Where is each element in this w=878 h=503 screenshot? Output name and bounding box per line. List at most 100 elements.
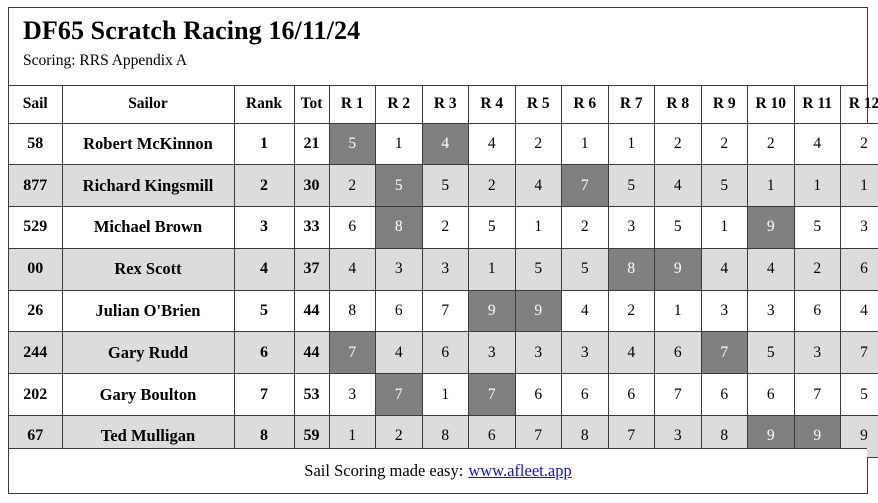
cell-sail: 26 <box>9 290 63 333</box>
column-header-r11: R 11 <box>794 86 841 124</box>
cell-race-r11: 2 <box>794 248 841 291</box>
cell-race-r3: 6 <box>422 331 469 375</box>
cell-race-r11: 4 <box>794 123 841 166</box>
column-header-rank: Rank <box>234 86 295 124</box>
cell-race-r12: 4 <box>840 290 878 333</box>
column-header-r3: R 3 <box>422 86 469 124</box>
cell-race-r4: 1 <box>468 248 516 291</box>
column-header-r8: R 8 <box>654 86 702 124</box>
cell-race-r12: 6 <box>840 248 878 291</box>
cell-race-r6: 5 <box>561 248 609 291</box>
afleet-link[interactable]: www.afleet.app <box>468 461 571 481</box>
cell-race-r4: 5 <box>468 206 516 249</box>
cell-race-r8: 4 <box>654 164 702 208</box>
cell-race-r11: 5 <box>794 206 841 249</box>
cell-race-r9: 4 <box>701 248 748 291</box>
cell-race-r9: 6 <box>701 373 748 417</box>
column-header-r1: R 1 <box>329 86 376 124</box>
column-header-sail: Sail <box>9 86 63 124</box>
cell-sail: 529 <box>9 206 63 249</box>
cell-race-r5: 6 <box>515 373 562 417</box>
cell-race-r11: 7 <box>794 373 841 417</box>
race-results-table: Sail Sailor Rank Tot R 1 R 2 R 3 R 4 R 5… <box>9 86 878 458</box>
cell-race-r3: 5 <box>422 164 469 208</box>
cell-race-r10: 4 <box>747 248 795 291</box>
cell-race-r9: 7 <box>701 331 748 375</box>
table-body: 58 Robert McKinnon 1 21 5 1 4 4 2 1 1 2 2 2 4 2 877 Richa… <box>9 123 878 458</box>
table-header: Sail Sailor Rank Tot R 1 R 2 R 3 R 4 R 5… <box>9 86 878 124</box>
cell-race-r2: 3 <box>375 248 423 291</box>
cell-race-r8: 5 <box>654 206 702 249</box>
cell-race-r6: 2 <box>561 206 609 249</box>
cell-race-r5: 9 <box>515 290 562 333</box>
cell-race-r6: 4 <box>561 290 609 333</box>
cell-sailor: Gary Rudd <box>62 331 235 375</box>
cell-race-r3: 7 <box>422 290 469 333</box>
cell-race-r3: 2 <box>422 206 469 249</box>
column-header-r7: R 7 <box>608 86 655 124</box>
table-row: 529 Michael Brown 3 33 6 8 2 5 1 2 3 5 1 9 5 3 <box>9 206 878 249</box>
cell-race-r2: 4 <box>375 331 423 375</box>
cell-race-r8: 9 <box>654 248 702 291</box>
cell-race-r1: 8 <box>329 290 376 333</box>
cell-total: 44 <box>294 290 330 333</box>
cell-race-r10: 5 <box>747 331 795 375</box>
table-row: 202 Gary Boulton 7 53 3 7 1 7 6 6 6 7 6 6 7 5 <box>9 373 878 417</box>
cell-race-r12: 1 <box>840 164 878 208</box>
cell-race-r9: 1 <box>701 206 748 249</box>
table-row: 244 Gary Rudd 6 44 7 4 6 3 3 3 4 6 7 5 3 7 <box>9 331 878 375</box>
cell-total: 44 <box>294 331 330 375</box>
cell-total: 33 <box>294 206 330 249</box>
cell-race-r7: 4 <box>608 331 655 375</box>
cell-race-r11: 6 <box>794 290 841 333</box>
cell-race-r2: 5 <box>375 164 423 208</box>
cell-sail: 877 <box>9 164 63 208</box>
cell-race-r4: 4 <box>468 123 516 166</box>
cell-race-r3: 4 <box>422 123 469 166</box>
cell-race-r12: 5 <box>840 373 878 417</box>
cell-race-r7: 8 <box>608 248 655 291</box>
cell-race-r12: 7 <box>840 331 878 375</box>
cell-rank: 7 <box>234 373 295 417</box>
cell-race-r8: 2 <box>654 123 702 166</box>
cell-race-r8: 1 <box>654 290 702 333</box>
cell-race-r4: 9 <box>468 290 516 333</box>
cell-race-r10: 9 <box>747 206 795 249</box>
cell-race-r3: 1 <box>422 373 469 417</box>
scoring-system-label: Scoring: RRS Appendix A <box>23 51 188 69</box>
cell-race-r7: 1 <box>608 123 655 166</box>
cell-race-r10: 1 <box>747 164 795 208</box>
cell-sailor: Gary Boulton <box>62 373 235 417</box>
cell-sailor: Richard Kingsmill <box>62 164 235 208</box>
sheet-footer: Sail Scoring made easy: www.afleet.app <box>9 448 867 493</box>
cell-sail: 58 <box>9 123 63 166</box>
cell-sail: 244 <box>9 331 63 375</box>
column-header-r6: R 6 <box>561 86 609 124</box>
cell-race-r7: 2 <box>608 290 655 333</box>
cell-total: 21 <box>294 123 330 166</box>
cell-rank: 2 <box>234 164 295 208</box>
cell-race-r11: 1 <box>794 164 841 208</box>
column-header-r10: R 10 <box>747 86 795 124</box>
cell-race-r1: 2 <box>329 164 376 208</box>
cell-race-r8: 6 <box>654 331 702 375</box>
cell-race-r6: 3 <box>561 331 609 375</box>
column-header-r12: R 12 <box>840 86 878 124</box>
table-row: 877 Richard Kingsmill 2 30 2 5 5 2 4 7 5 4 5 1 1 1 <box>9 164 878 208</box>
cell-total: 37 <box>294 248 330 291</box>
cell-race-r2: 6 <box>375 290 423 333</box>
column-header-r2: R 2 <box>375 86 423 124</box>
cell-race-r12: 3 <box>840 206 878 249</box>
cell-rank: 6 <box>234 331 295 375</box>
sheet-header: DF65 Scratch Racing 16/11/24 Scoring: RR… <box>9 8 867 86</box>
cell-race-r10: 2 <box>747 123 795 166</box>
cell-race-r7: 5 <box>608 164 655 208</box>
column-header-tot: Tot <box>294 86 330 124</box>
cell-race-r4: 7 <box>468 373 516 417</box>
cell-rank: 4 <box>234 248 295 291</box>
cell-race-r2: 1 <box>375 123 423 166</box>
cell-race-r5: 3 <box>515 331 562 375</box>
cell-race-r9: 5 <box>701 164 748 208</box>
table-header-row: Sail Sailor Rank Tot R 1 R 2 R 3 R 4 R 5… <box>9 86 878 124</box>
cell-race-r2: 7 <box>375 373 423 417</box>
